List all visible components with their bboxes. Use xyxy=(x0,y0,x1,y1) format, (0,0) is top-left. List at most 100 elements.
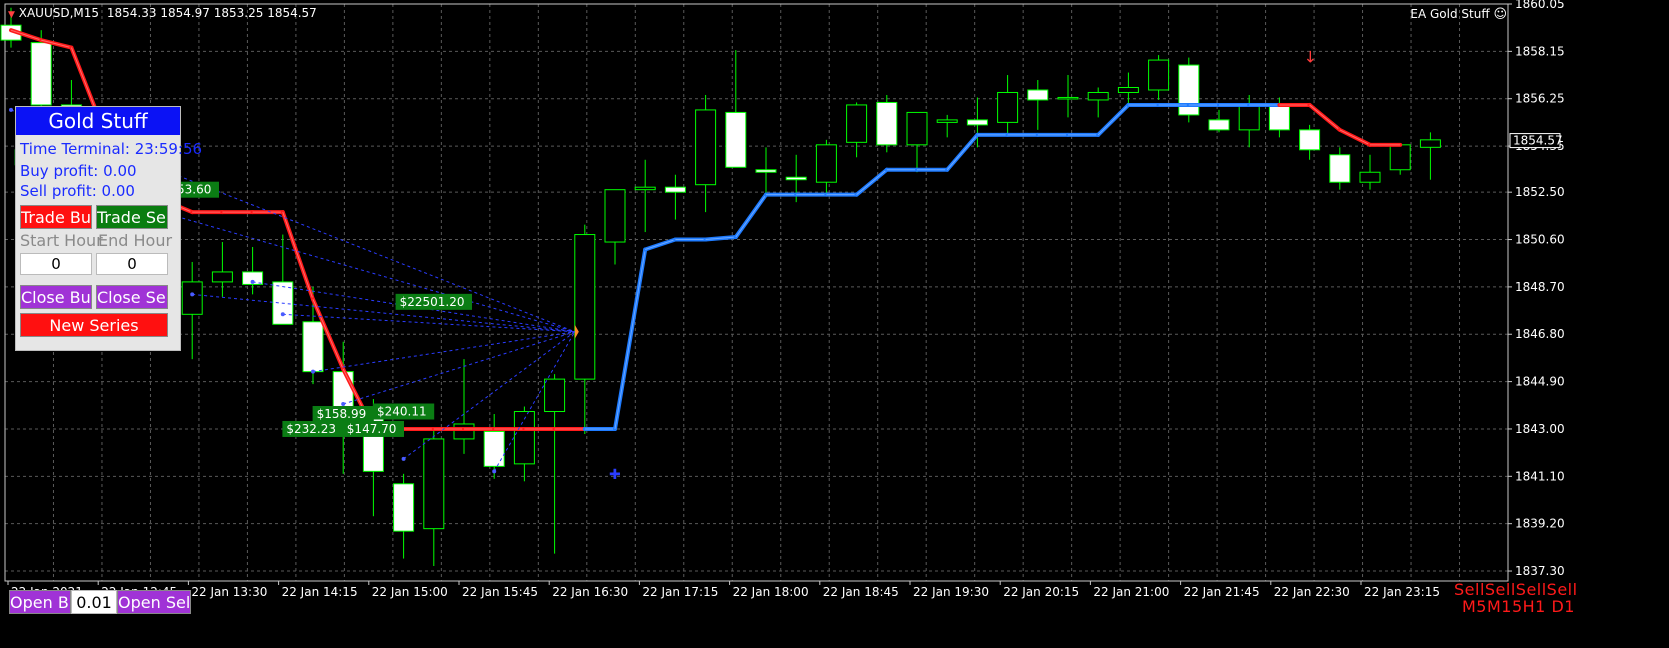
candle-body xyxy=(906,111,928,146)
lot-size-input[interactable] xyxy=(71,590,117,614)
smiley-icon: ☺ xyxy=(1493,7,1507,22)
trade-sell-button[interactable]: Trade Sell xyxy=(96,205,168,229)
ea-name-label: EA Gold Stuff ☺ xyxy=(1410,7,1507,22)
time-terminal: Time Terminal: 23:59:56 xyxy=(20,140,203,158)
candle-body xyxy=(544,378,566,413)
trade-profit-label: $158.99 xyxy=(317,407,367,421)
candle-body xyxy=(695,109,717,186)
time-axis-label: 22 Jan 21:00 xyxy=(1093,585,1169,599)
candle-body xyxy=(1027,89,1049,101)
candle-body xyxy=(181,281,203,315)
trade-entry-marker xyxy=(401,456,406,461)
price-axis-label: 1837.30 xyxy=(1515,564,1565,578)
trade-profit-label: $22501.20 xyxy=(400,295,465,309)
plot-frame xyxy=(4,3,1509,582)
end-hour-input[interactable] xyxy=(96,253,168,275)
signal-timeframes: M5M15H1 D1 xyxy=(1462,597,1575,616)
candle-body xyxy=(936,119,958,123)
candle-body xyxy=(1178,64,1200,116)
time-axis-label: 22 Jan 15:45 xyxy=(462,585,538,599)
chart-area[interactable]: 1860.051858.151856.251854.351852.501850.… xyxy=(0,0,1669,644)
candle-body xyxy=(664,186,686,193)
candle-body xyxy=(1359,171,1381,183)
time-axis-label: 22 Jan 15:00 xyxy=(372,585,448,599)
start-hour-input[interactable] xyxy=(20,253,92,275)
trade-profit-label: $240.11 xyxy=(377,405,427,419)
time-axis-label: 22 Jan 20:15 xyxy=(1003,585,1079,599)
candle-body xyxy=(1299,129,1321,151)
candle-body xyxy=(634,186,656,191)
candle-body xyxy=(1268,104,1290,131)
time-axis-label: 22 Jan 21:45 xyxy=(1184,585,1260,599)
candle-body xyxy=(604,189,626,243)
price-axis-label: 1852.50 xyxy=(1515,185,1565,199)
current-price-label: 1854.57 xyxy=(1513,134,1563,148)
sell-profit: Sell profit: 0.00 xyxy=(20,182,135,200)
candle-body xyxy=(997,91,1019,123)
time-axis-label: 22 Jan 13:30 xyxy=(191,585,267,599)
candle-body xyxy=(1238,104,1260,131)
open-buy-button[interactable]: Open Buy xyxy=(9,590,71,614)
candle-body xyxy=(966,119,988,126)
candle-body xyxy=(1208,119,1230,131)
price-axis-label: 1848.70 xyxy=(1515,280,1565,294)
trend-highlight xyxy=(856,169,888,196)
open-sell-button[interactable]: Open Sell xyxy=(117,590,191,614)
trade-entry-marker xyxy=(341,402,346,407)
open-order-bar: Open Buy Open Sell xyxy=(9,590,191,614)
price-axis-label: 1858.15 xyxy=(1515,44,1565,58)
candle-body xyxy=(1329,154,1351,183)
trade-entry-marker xyxy=(250,279,255,284)
trade-entry-marker xyxy=(9,107,13,112)
trade-buy-button[interactable]: Trade Buy xyxy=(20,205,92,229)
trade-link-line xyxy=(312,331,575,373)
candle-body xyxy=(30,42,52,106)
trend-highlight xyxy=(946,134,978,171)
candle-body xyxy=(876,101,898,146)
price-axis-label: 1843.00 xyxy=(1515,422,1565,436)
ohlc-values: 1854.33 1854.97 1853.25 1854.57 xyxy=(106,6,317,20)
buy-profit: Buy profit: 0.00 xyxy=(20,162,137,180)
trade-link-line xyxy=(192,293,575,333)
end-hour-label: End Hour xyxy=(98,231,173,250)
candle-body xyxy=(302,321,324,373)
price-chart[interactable]: 1860.051858.151856.251854.351852.501850.… xyxy=(0,0,1669,644)
price-axis-label: 1846.80 xyxy=(1515,327,1565,341)
time-axis-label: 22 Jan 23:15 xyxy=(1364,585,1440,599)
symbol-info: ▼ XAUUSD,M15 1854.33 1854.97 1853.25 185… xyxy=(8,6,317,20)
trend-highlight xyxy=(1339,129,1371,146)
candle-body xyxy=(574,234,596,380)
trade-entry-marker xyxy=(190,292,195,297)
menu-triangle-icon[interactable]: ▼ xyxy=(8,10,15,20)
candle-body xyxy=(393,483,415,532)
candle-body xyxy=(846,104,868,143)
sell-arrow-icon: ↓ xyxy=(1304,48,1317,67)
time-axis-label: 22 Jan 19:30 xyxy=(913,585,989,599)
trend-highlight xyxy=(1097,104,1129,136)
price-axis-label: 1844.90 xyxy=(1515,375,1565,389)
price-axis-label: 1839.20 xyxy=(1515,517,1565,531)
trend-highlight xyxy=(614,249,646,430)
candle-body xyxy=(1087,91,1109,101)
panel-title: Gold Stuff xyxy=(16,107,180,135)
trade-profit-label: $147.70 xyxy=(347,422,397,436)
start-hour-label: Start Hour xyxy=(20,231,103,250)
candle-body xyxy=(1148,59,1170,91)
price-axis-label: 1850.60 xyxy=(1515,233,1565,247)
trade-entry-marker xyxy=(280,312,285,317)
close-sell-button[interactable]: Close Sell xyxy=(96,285,168,309)
trend-highlight xyxy=(645,239,676,250)
time-axis-label: 22 Jan 17:15 xyxy=(642,585,718,599)
candle-body xyxy=(483,430,505,467)
time-axis-label: 22 Jan 22:30 xyxy=(1274,585,1350,599)
candle-body xyxy=(1117,86,1139,93)
price-axis-label: 1860.05 xyxy=(1515,0,1565,11)
time-axis-label: 22 Jan 16:30 xyxy=(552,585,628,599)
candle-body xyxy=(1057,96,1079,100)
symbol-name: XAUUSD,M15 xyxy=(18,6,100,20)
candle-body xyxy=(755,169,777,173)
new-series-button[interactable]: New Series xyxy=(20,313,168,337)
close-buy-button[interactable]: Close Buy xyxy=(20,285,92,309)
time-axis-label: 22 Jan 14:15 xyxy=(282,585,358,599)
price-axis-label: 1856.25 xyxy=(1515,92,1565,106)
